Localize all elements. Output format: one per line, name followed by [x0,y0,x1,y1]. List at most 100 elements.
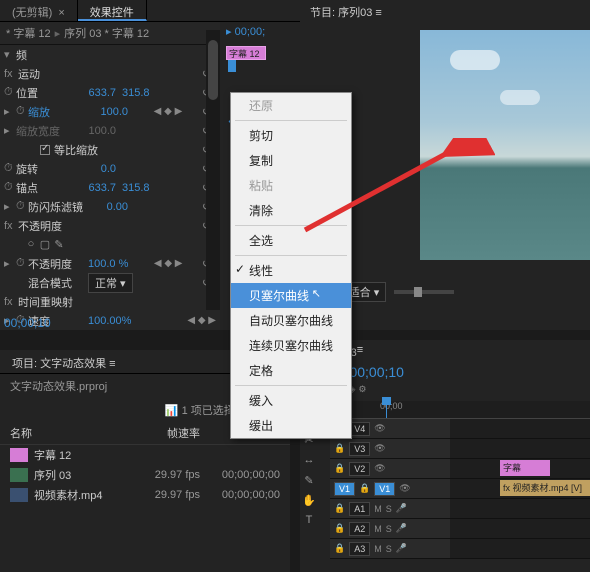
ctx-paste[interactable]: 粘贴 [231,173,351,198]
zoom-slider[interactable] [394,290,454,294]
track-label[interactable]: A1 [349,502,370,516]
voice-icon[interactable]: 🎤 [396,523,407,534]
voice-icon[interactable]: 🎤 [396,503,407,514]
track-body[interactable]: fx 视频素材.mp4 [V] [450,479,590,498]
ctx-bezier[interactable]: 贝塞尔曲线↖ [231,283,351,308]
col-fps[interactable]: 帧速率 [140,425,200,441]
project-item[interactable]: 序列 03 29.97 fps 00;00;00;00 [0,465,290,485]
lock-icon[interactable]: 🔒 [334,543,345,554]
timeline-clip-title[interactable]: 字幕 [500,460,550,476]
track-body[interactable] [450,439,590,458]
stopwatch-icon[interactable]: ⏱ [16,105,28,118]
track-label[interactable]: V1 [374,482,395,496]
track-body[interactable] [450,539,590,558]
eye-icon[interactable]: 👁 [374,443,385,454]
hand-tool-icon[interactable]: ✋ [300,494,318,512]
ellipse-mask-icon[interactable]: ○ [24,238,38,252]
lock-icon[interactable]: 🔒 [359,483,370,494]
type-tool-icon[interactable]: T [300,514,318,532]
uniform-scale-checkbox[interactable] [40,145,50,155]
anchor-x[interactable]: 633.7 [76,182,116,194]
mute-icon[interactable]: M [374,504,382,514]
track-label[interactable]: A2 [349,522,370,536]
fx-icon[interactable]: fx [4,296,18,308]
ctx-copy[interactable]: 复制 [231,148,351,173]
ctx-clear[interactable]: 清除 [231,198,351,223]
stopwatch-icon[interactable]: ⏱ [4,181,16,194]
timecode-display[interactable]: 00;00;10 [4,316,51,330]
tab-effect-controls[interactable]: 效果控件 [78,0,147,21]
ctx-auto-bezier[interactable]: 自动贝塞尔曲线 [231,308,351,333]
track-body[interactable] [450,499,590,518]
mini-clip-bar[interactable]: 字幕 12 [226,46,266,60]
anchor-y[interactable]: 315.8 [122,182,162,194]
mute-icon[interactable]: M [374,524,382,534]
source-patch[interactable]: V1 [334,482,355,496]
pen-tool-icon[interactable]: ✎ [300,474,318,492]
track-body[interactable] [450,519,590,538]
motion-label[interactable]: 运动 [18,66,78,82]
settings-icon[interactable]: ⚙ [358,384,366,395]
track-body[interactable]: 字幕 [450,459,590,478]
scale-label[interactable]: 缩放 [28,104,88,120]
stopwatch-icon[interactable]: ⏱ [4,86,16,99]
position-y[interactable]: 315.8 [122,87,162,99]
track-label[interactable]: V2 [349,462,370,476]
scale-value[interactable]: 100.0 [88,106,128,118]
time-remap-label[interactable]: 时间重映射 [18,294,78,310]
track-body[interactable] [450,419,590,438]
speed-value[interactable]: 100.00% [88,315,131,327]
zoom-thumb[interactable] [414,287,422,297]
disclosure-icon[interactable]: ▾ [4,48,16,61]
mute-icon[interactable]: M [374,544,382,554]
scrollbar-thumb[interactable] [208,40,218,100]
disclosure-icon[interactable]: ▸ [4,105,16,118]
rect-mask-icon[interactable]: ▢ [38,238,52,252]
video-preview[interactable] [420,30,590,260]
tab-no-clip[interactable]: (无剪辑) [0,0,78,21]
eye-icon[interactable]: 👁 [374,423,385,434]
stopwatch-icon[interactable]: ⏱ [4,162,16,175]
ctx-cut[interactable]: 剪切 [231,123,351,148]
solo-icon[interactable]: S [386,544,392,554]
ctx-select-all[interactable]: 全选 [231,228,351,253]
tab-program[interactable]: 节目: 序列03 ≡ [300,0,392,22]
eye-icon[interactable]: 👁 [399,483,410,494]
playhead[interactable] [386,401,387,418]
track-label[interactable]: A3 [349,542,370,556]
col-name[interactable]: 名称 [10,425,140,441]
opacity-section-label[interactable]: 不透明度 [18,218,78,234]
effects-scrollbar[interactable] [206,30,220,310]
rotation-value[interactable]: 0.0 [76,163,116,175]
stopwatch-icon[interactable]: ⏱ [16,257,28,270]
lock-icon[interactable]: 🔒 [334,443,345,454]
lock-icon[interactable]: 🔒 [334,523,345,534]
timeline-ruler[interactable]: 00;00 [330,401,590,419]
timeline-timecode[interactable]: 00;00;00;10 [330,364,590,380]
fx-icon[interactable]: fx [4,68,18,80]
position-x[interactable]: 633.7 [76,87,116,99]
stopwatch-icon[interactable]: ⏱ [16,200,28,213]
ctx-restore[interactable]: 还原 [231,93,351,118]
disclosure-icon[interactable]: ▸ [4,124,16,137]
eye-icon[interactable]: 👁 [374,463,385,474]
pen-mask-icon[interactable]: ✎ [52,238,66,252]
ctx-ease-out[interactable]: 缓出 [231,413,351,438]
solo-icon[interactable]: S [386,524,392,534]
ctx-ease-in[interactable]: 缓入 [231,388,351,413]
ctx-hold[interactable]: 定格 [231,358,351,383]
disclosure-icon[interactable]: ▸ [4,200,16,213]
fx-icon[interactable]: fx [4,220,18,232]
tab-project[interactable]: 项目: 文字动态效果 ≡ [0,350,128,373]
lock-icon[interactable]: 🔒 [334,463,345,474]
antiflicker-value[interactable]: 0.00 [88,201,128,213]
track-label[interactable]: V3 [349,442,370,456]
blend-mode-dropdown[interactable]: 正常 ▾ [88,273,133,293]
keyframe-nav[interactable]: ◀ ◆ ▶ [154,106,183,117]
slip-tool-icon[interactable]: ↔ [300,454,318,472]
track-label[interactable]: V4 [349,422,370,436]
mini-playhead[interactable] [228,60,236,72]
project-item[interactable]: 视频素材.mp4 29.97 fps 00;00;00;00 [0,485,290,505]
keyframe-nav[interactable]: ◀ ◆ ▶ [154,258,183,269]
timeline-clip-video[interactable]: fx 视频素材.mp4 [V] [500,480,590,496]
